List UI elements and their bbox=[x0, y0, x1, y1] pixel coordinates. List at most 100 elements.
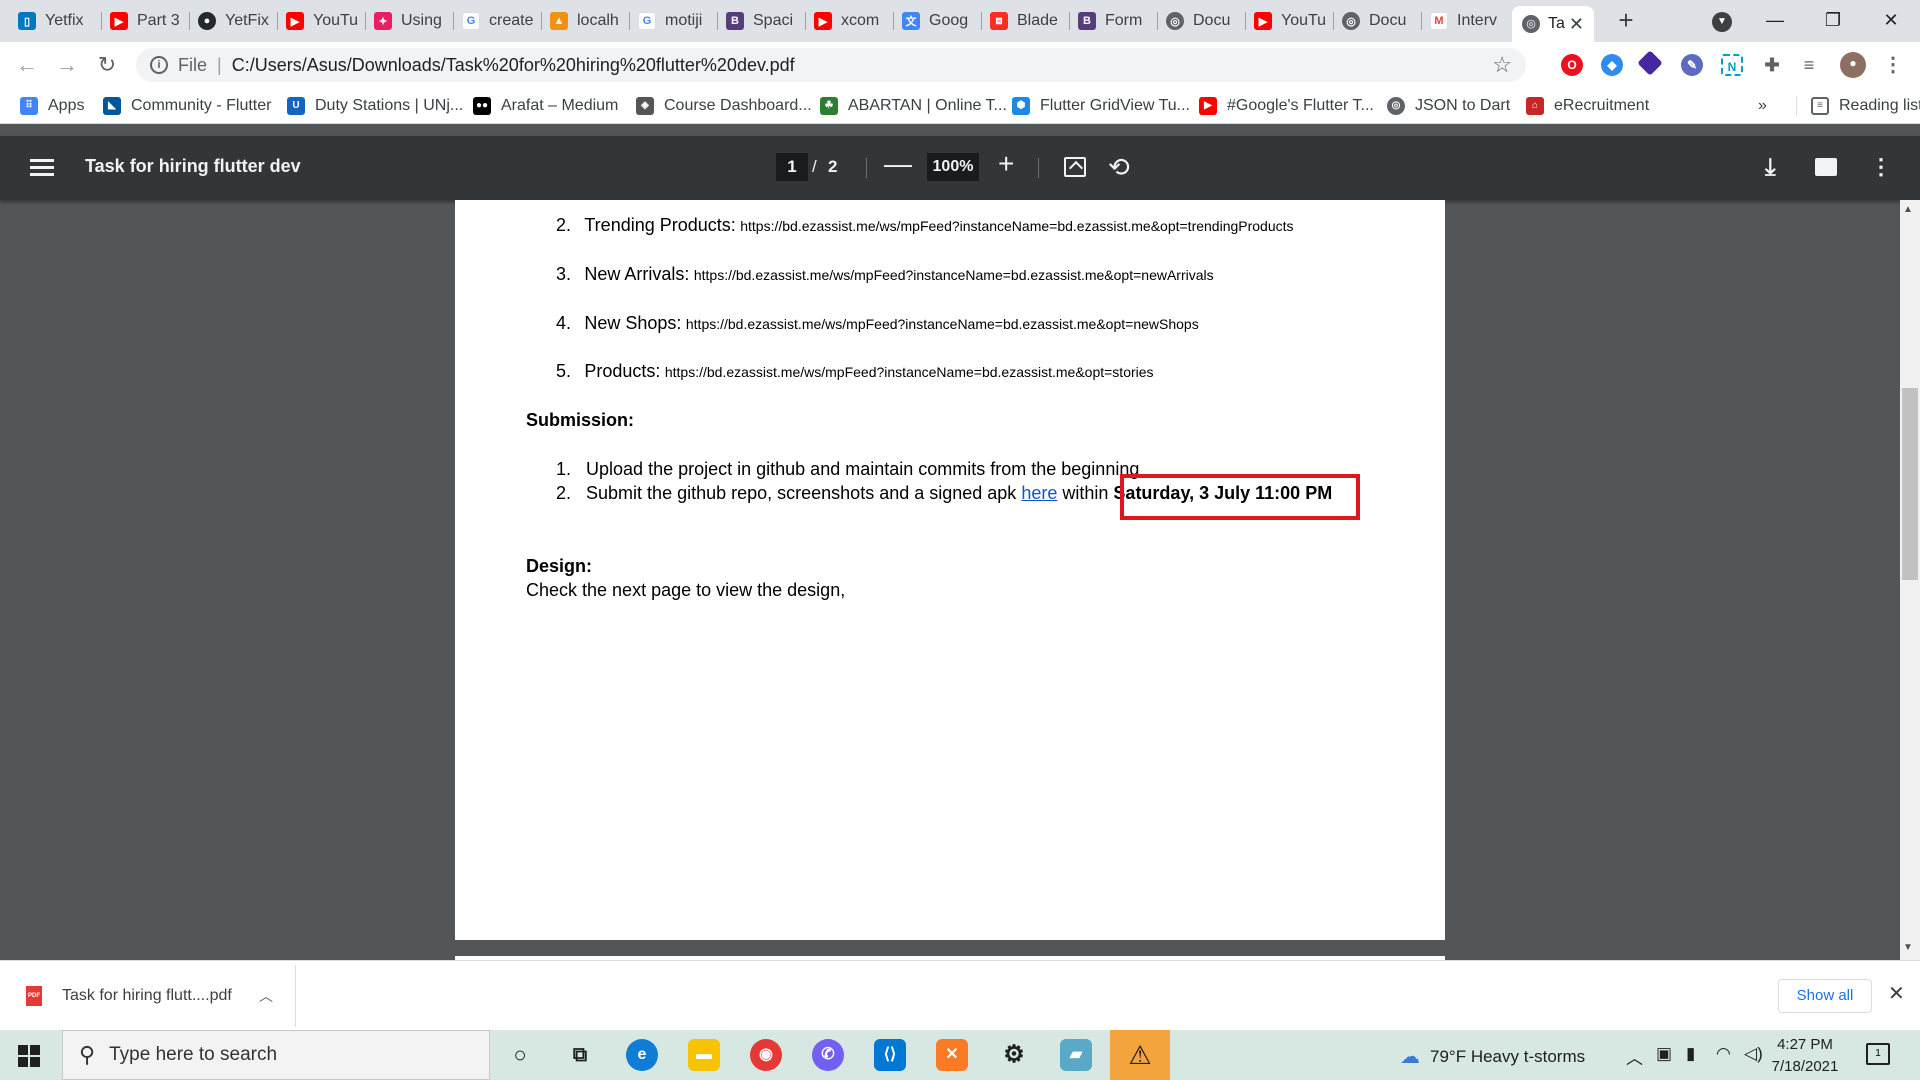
notification-center-icon[interactable]: 1 bbox=[1866, 1043, 1890, 1065]
bookmark-erecruitment[interactable]: ⌂ eRecruitment bbox=[1526, 96, 1649, 116]
here-link[interactable]: here bbox=[1021, 483, 1057, 503]
close-shelf-icon[interactable]: ✕ bbox=[1888, 981, 1905, 1006]
reload-icon[interactable]: ↻ bbox=[92, 50, 122, 80]
back-icon[interactable]: ← bbox=[12, 50, 42, 80]
address-bar[interactable]: i File | C:/Users/Asus/Downloads/Task%20… bbox=[136, 48, 1526, 82]
settings-gear-icon[interactable]: ⚙ bbox=[998, 1039, 1030, 1071]
more-options-icon[interactable]: ⋮ bbox=[1870, 154, 1892, 180]
download-item[interactable]: PDF Task for hiring flutt....pdf ︿ bbox=[4, 965, 296, 1027]
diamond-extension-icon[interactable] bbox=[1637, 50, 1663, 76]
close-tab-icon[interactable]: ✕ bbox=[1569, 14, 1584, 35]
scrollbar-thumb[interactable] bbox=[1902, 388, 1918, 580]
tab-13[interactable]: ◎ Docu bbox=[1158, 8, 1246, 34]
tab-7[interactable]: Gmotiji bbox=[630, 8, 718, 34]
course-icon: ◈ bbox=[636, 97, 654, 115]
camera-icon[interactable]: ▣ bbox=[1656, 1044, 1672, 1064]
scroll-up-arrow-icon[interactable]: ▲ bbox=[1903, 204, 1913, 215]
cortana-icon[interactable]: ○ bbox=[504, 1039, 536, 1071]
zoom-level-input[interactable]: 100% bbox=[927, 153, 979, 181]
weather-widget[interactable]: ☁ 79°F Heavy t-storms bbox=[1400, 1044, 1585, 1069]
new-tab-button[interactable]: + bbox=[1612, 7, 1640, 34]
profile-avatar[interactable]: ● bbox=[1840, 52, 1866, 78]
tab-12[interactable]: B Form bbox=[1070, 8, 1158, 34]
bookmark-duty-stations[interactable]: U Duty Stations | UNj... bbox=[287, 96, 463, 116]
media-control-icon[interactable]: ≡ bbox=[1798, 54, 1820, 76]
taskbar-search-input[interactable]: ⚲ Type here to search bbox=[62, 1030, 490, 1080]
url-text[interactable]: C:/Users/Asus/Downloads/Task%20for%20hir… bbox=[232, 55, 795, 76]
download-shelf: PDF Task for hiring flutt....pdf ︿ Show … bbox=[0, 960, 1920, 1030]
print-icon[interactable] bbox=[1815, 158, 1837, 176]
tab-10[interactable]: 文 Goog bbox=[894, 8, 982, 34]
chevron-up-icon[interactable]: ︿ bbox=[259, 986, 273, 1006]
chrome-menu-icon[interactable]: ⋮ bbox=[1882, 54, 1904, 76]
fit-page-icon[interactable] bbox=[1064, 157, 1086, 177]
tab-16[interactable]: M Interv bbox=[1422, 8, 1510, 34]
battery-icon[interactable]: ▮ bbox=[1686, 1044, 1695, 1064]
show-all-button[interactable]: Show all bbox=[1778, 979, 1872, 1013]
tab-15[interactable]: ◎ Docu bbox=[1334, 8, 1422, 34]
viber-icon[interactable]: ✆ bbox=[812, 1039, 844, 1071]
extensions-puzzle-icon[interactable]: ✚ bbox=[1761, 54, 1783, 76]
sidebar-menu-icon[interactable] bbox=[30, 156, 54, 180]
tab-3[interactable]: ▶ YouTu bbox=[278, 8, 366, 34]
tab-8[interactable]: B Spaci bbox=[718, 8, 806, 34]
tab-4[interactable]: ✦ Using bbox=[366, 8, 454, 34]
forward-icon[interactable]: → bbox=[52, 50, 82, 80]
tab-title: Form bbox=[1105, 12, 1143, 29]
tab-11[interactable]: ⧈ Blade bbox=[982, 8, 1070, 34]
tab-5[interactable]: Gcreate bbox=[454, 8, 542, 34]
scroll-down-arrow-icon[interactable]: ▼ bbox=[1903, 942, 1913, 953]
tab-0[interactable]: ▯ Yetfix bbox=[10, 8, 102, 34]
minimize-button[interactable]: — bbox=[1752, 0, 1798, 42]
n-extension-icon[interactable]: N bbox=[1721, 54, 1743, 76]
page-number-input[interactable]: 1 bbox=[776, 153, 808, 181]
bookmark-abartan[interactable]: ☘ ABARTAN | Online T... bbox=[820, 96, 1007, 116]
app-window-icon[interactable]: ▰ bbox=[1060, 1039, 1092, 1071]
download-icon[interactable]: ⤓ bbox=[1765, 154, 1776, 182]
tab-2[interactable]: ● YetFix bbox=[190, 8, 278, 34]
reading-list-button[interactable]: ≡ Reading list bbox=[1796, 96, 1920, 116]
tab-strip: ▯ Yetfix ▶ Part 3 ● YetFix ▶ YouTu ✦ Using Gc… bbox=[0, 0, 1920, 42]
tab-6[interactable]: ▲ localh bbox=[542, 8, 630, 34]
tab-active[interactable]: ◎ Ta ✕ bbox=[1512, 6, 1594, 42]
opera-extension-icon[interactable]: O bbox=[1561, 54, 1583, 76]
bookmark-json-to-dart[interactable]: ◎ JSON to Dart bbox=[1387, 96, 1510, 116]
chevron-up-icon[interactable]: ︿ bbox=[1626, 1044, 1643, 1069]
tab-1[interactable]: ▶ Part 3 bbox=[102, 8, 190, 34]
zoom-out-button[interactable]: — bbox=[884, 150, 912, 178]
bookmark-apps[interactable]: ⠿ Apps bbox=[20, 96, 84, 116]
xampp-icon[interactable]: ✕ bbox=[936, 1039, 968, 1071]
tab-search-icon[interactable]: ▼ bbox=[1712, 12, 1732, 32]
tab-14[interactable]: ▶ YouTu bbox=[1246, 8, 1334, 34]
drop-extension-icon[interactable]: ◆ bbox=[1601, 54, 1623, 76]
volume-icon[interactable]: ◁) bbox=[1744, 1044, 1763, 1064]
rotate-icon[interactable]: ⟲ bbox=[1108, 153, 1130, 181]
bookmark-medium[interactable]: ●● Arafat – Medium bbox=[473, 96, 618, 116]
task-view-icon[interactable]: ⧉ bbox=[564, 1039, 596, 1071]
bookmark-star-icon[interactable]: ☆ bbox=[1492, 52, 1512, 78]
design-text: Check the next page to view the design, bbox=[526, 580, 846, 600]
maximize-button[interactable]: ❐ bbox=[1810, 0, 1856, 42]
windows-start-icon[interactable] bbox=[18, 1045, 40, 1067]
system-clock[interactable]: 4:27 PM 7/18/2021 bbox=[1770, 1034, 1840, 1078]
zoom-in-button[interactable]: + bbox=[998, 150, 1014, 178]
flutter-icon: ◣ bbox=[103, 97, 121, 115]
bookmark-google-flutter[interactable]: ▶ #Google's Flutter T... bbox=[1199, 96, 1374, 116]
tab-title: xcom bbox=[841, 12, 880, 29]
tab-9[interactable]: ▶ xcom bbox=[806, 8, 894, 34]
bookmark-flutter-gridview[interactable]: ⬢ Flutter GridView Tu... bbox=[1012, 96, 1190, 116]
wifi-icon[interactable]: ◠ bbox=[1716, 1044, 1731, 1064]
bookmark-course-dashboard[interactable]: ◈ Course Dashboard... bbox=[636, 96, 812, 116]
edge-icon[interactable]: e bbox=[626, 1039, 658, 1071]
warning-icon[interactable]: ⚠ bbox=[1110, 1030, 1170, 1080]
bookmarks-overflow-button[interactable]: » bbox=[1758, 96, 1767, 116]
bookmark-flutter-community[interactable]: ◣ Community - Flutter bbox=[103, 96, 271, 116]
vscode-icon[interactable]: ⟨⟩ bbox=[874, 1039, 906, 1071]
close-window-button[interactable]: ✕ bbox=[1868, 0, 1914, 42]
tools-extension-icon[interactable]: ✎ bbox=[1681, 54, 1703, 76]
file-explorer-icon[interactable]: ▬ bbox=[688, 1039, 720, 1071]
youtube-icon: ▶ bbox=[1254, 12, 1272, 30]
info-icon[interactable]: i bbox=[150, 56, 168, 74]
scrollbar[interactable] bbox=[1900, 200, 1920, 960]
chrome-icon[interactable]: ◉ bbox=[750, 1039, 782, 1071]
